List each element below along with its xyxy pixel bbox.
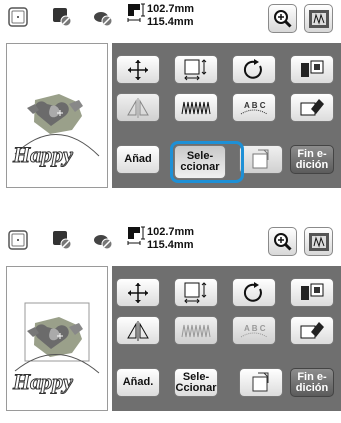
- multi-select-icon[interactable]: [47, 4, 76, 30]
- density-icon: [181, 101, 211, 114]
- size-icon: [127, 226, 145, 245]
- zoom-button[interactable]: [268, 4, 297, 33]
- group-icon[interactable]: [88, 4, 117, 30]
- single-frame-icon[interactable]: [3, 227, 32, 253]
- zoom-in-icon: [273, 232, 292, 251]
- width-value: 115.4mm: [147, 239, 194, 251]
- mirror-icon: [127, 97, 149, 118]
- duplicate-button[interactable]: [239, 368, 283, 397]
- density-icon: [181, 324, 211, 337]
- array-button[interactable]: A B C: [232, 93, 276, 122]
- size-readout: 102.7mm 115.4mm: [127, 3, 217, 33]
- border-button[interactable]: [290, 316, 334, 345]
- color-change-icon: [301, 60, 324, 77]
- end-edit-button[interactable]: Fin e- dición: [290, 145, 334, 174]
- size-readout: 102.7mm 115.4mm: [127, 226, 217, 256]
- border-icon: [300, 321, 324, 338]
- edit-screen-2: 102.7mm 115.4mm Happy A B C Añad. Sele- …: [0, 223, 341, 413]
- duplicate-button[interactable]: [239, 145, 283, 174]
- density-button[interactable]: [174, 93, 218, 122]
- size-icon: [127, 3, 145, 22]
- mirror-icon: [127, 320, 149, 341]
- array-text-icon: A B C: [240, 324, 268, 337]
- size-button[interactable]: [174, 55, 218, 84]
- resize-icon: [184, 58, 207, 80]
- add-label: Añad: [124, 153, 152, 165]
- svg-text:A B C: A B C: [244, 324, 266, 333]
- end-edit-label: Fin e- dición: [295, 370, 329, 394]
- zoom-button[interactable]: [268, 227, 297, 256]
- duplicate-icon: [252, 372, 269, 391]
- move-icon: [128, 59, 148, 80]
- move-icon: [128, 282, 148, 303]
- pattern-preview[interactable]: Happy: [6, 43, 108, 188]
- svg-text:A B C: A B C: [244, 101, 266, 110]
- width-value: 115.4mm: [147, 16, 194, 28]
- border-icon: [300, 98, 324, 115]
- resize-icon: [184, 281, 207, 303]
- group-icon[interactable]: [88, 227, 117, 253]
- color-change-button[interactable]: [290, 55, 334, 84]
- color-change-button[interactable]: [290, 278, 334, 307]
- rotate-icon: [243, 58, 262, 79]
- selection-highlight: [170, 141, 244, 183]
- pattern-preview[interactable]: Happy: [6, 266, 108, 411]
- rotate-button[interactable]: [232, 55, 276, 84]
- rotate-button[interactable]: [232, 278, 276, 307]
- edit-screen-1: 102.7mm 115.4mm Happy A B C Añad Sele- c…: [0, 0, 341, 190]
- duplicate-icon: [252, 149, 269, 168]
- end-edit-label: Fin e- dición: [295, 147, 329, 171]
- mirror-button[interactable]: [116, 93, 160, 122]
- image-view-button[interactable]: [304, 227, 333, 256]
- add-label: Añad.: [122, 376, 154, 388]
- select-label: Sele- Ccionar: [175, 370, 217, 394]
- mirror-button[interactable]: [116, 316, 160, 345]
- array-text-icon: A B C: [240, 101, 268, 114]
- add-button[interactable]: Añad.: [116, 368, 160, 397]
- edit-button-grid: A B C Añad. Sele- Ccionar Fin e- dición: [112, 266, 341, 411]
- zoom-in-icon: [273, 9, 292, 28]
- color-change-icon: [301, 283, 324, 300]
- pattern-text: Happy: [12, 369, 73, 394]
- move-button[interactable]: [116, 55, 160, 84]
- image-view-button[interactable]: [304, 4, 333, 33]
- pattern-text: Happy: [12, 142, 73, 167]
- single-frame-icon[interactable]: [3, 4, 32, 30]
- density-button[interactable]: [174, 316, 218, 345]
- select-button[interactable]: Sele- Ccionar: [174, 368, 218, 397]
- height-value: 102.7mm: [147, 3, 195, 15]
- rotate-icon: [243, 281, 262, 302]
- move-button[interactable]: [116, 278, 160, 307]
- size-button[interactable]: [174, 278, 218, 307]
- height-value: 102.7mm: [147, 226, 195, 238]
- image-view-icon: [308, 9, 329, 28]
- add-button[interactable]: Añad: [116, 145, 160, 174]
- array-button[interactable]: A B C: [232, 316, 276, 345]
- end-edit-button[interactable]: Fin e- dición: [290, 368, 334, 397]
- image-view-icon: [308, 232, 329, 251]
- border-button[interactable]: [290, 93, 334, 122]
- multi-select-icon[interactable]: [47, 227, 76, 253]
